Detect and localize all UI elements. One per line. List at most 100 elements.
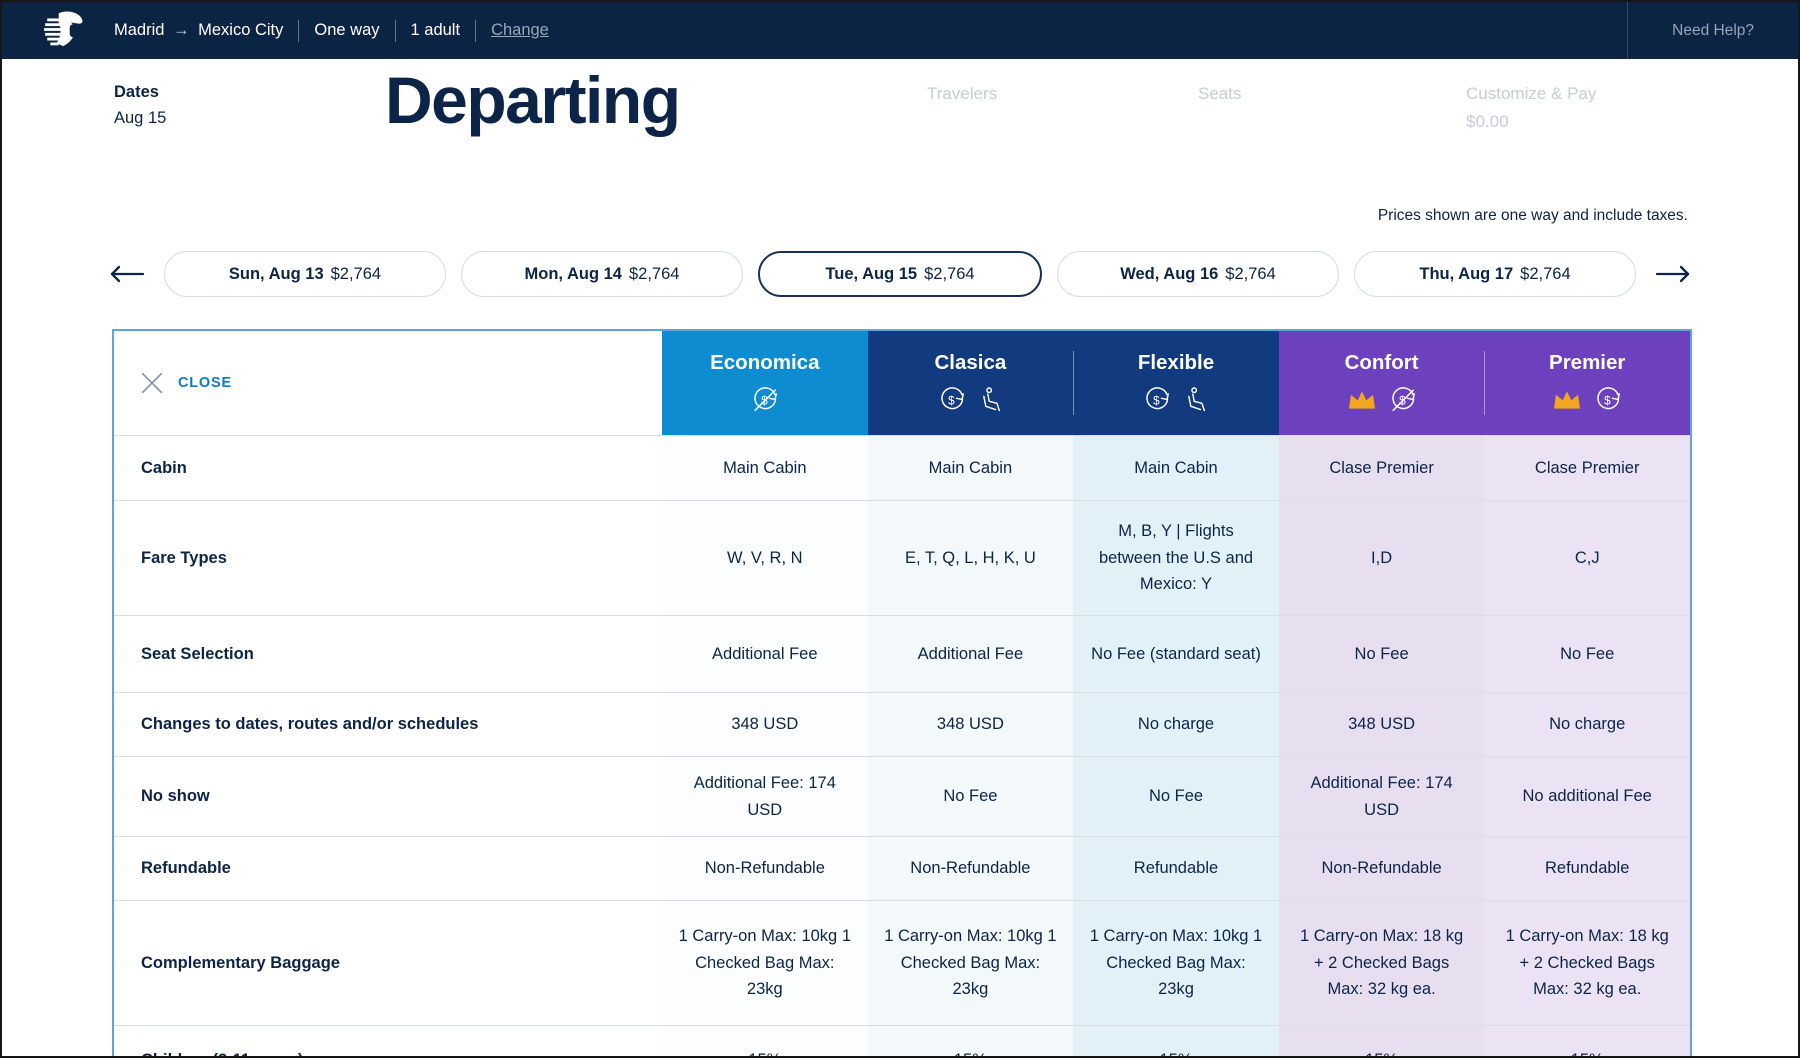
date-option-price: $2,764	[330, 264, 382, 283]
date-option-price: $2,764	[1225, 264, 1276, 283]
refund-icon: $	[1146, 386, 1170, 409]
fare-comparison-table: CLOSE Economica $ Clasica $ Flexible $ Confort…	[112, 329, 1692, 1056]
row-label: Complementary Baggage	[114, 901, 662, 1025]
fare-value-cell: 348 USD	[1278, 693, 1485, 756]
fare-value-cell: No Fee	[1484, 616, 1690, 692]
aeromexico-logo-icon	[42, 10, 88, 52]
step-customize-pay-amount: $0.00	[1466, 112, 1509, 131]
date-option-selected[interactable]: Tue, Aug 15 $2,764	[758, 251, 1042, 297]
fare-table-row: Fare Types W, V, R, N E, T, Q, L, H, K, UM…	[114, 500, 1690, 615]
date-option-price: $2,764	[924, 264, 975, 283]
close-button-label: CLOSE	[178, 375, 232, 391]
need-help-link[interactable]: Need Help?	[1627, 2, 1798, 59]
fare-value-cell: 15%	[867, 1026, 1074, 1056]
fare-value-cell: 1 Carry-on Max: 10kg 1 Checked Bag Max: …	[867, 901, 1074, 1025]
fare-value-cell: 348 USD	[662, 693, 868, 756]
passenger-count: 1 adult	[410, 21, 461, 39]
fare-table-row: Children (2-11 years)15%15%15%15%15%	[114, 1025, 1690, 1056]
row-label: Changes to dates, routes and/or schedule…	[114, 693, 662, 756]
route-from: Madrid	[114, 21, 165, 39]
close-icon	[141, 372, 163, 394]
fare-value-cell: Additional Fee	[867, 616, 1074, 692]
fare-value-cell: No Fee	[1278, 616, 1485, 692]
fare-value-cell: Refundable	[1484, 837, 1690, 900]
fare-value-cell: E, T, Q, L, H, K, U	[867, 501, 1074, 615]
row-label: Cabin	[114, 436, 662, 500]
row-label: Seat Selection	[114, 616, 662, 692]
date-option-price: $2,764	[629, 264, 680, 283]
step-dates-value: Aug 15	[114, 108, 167, 127]
fare-value-cell: 1 Carry-on Max: 18 kg + 2 Checked Bags M…	[1484, 901, 1690, 1025]
next-dates-button[interactable]	[1652, 261, 1694, 287]
fare-value-cell: 15%	[1484, 1026, 1690, 1056]
date-option[interactable]: Wed, Aug 16 $2,764	[1057, 251, 1339, 297]
fare-value-cell: 15%	[1278, 1026, 1485, 1056]
fare-table-row: Changes to dates, routes and/or schedule…	[114, 692, 1690, 756]
fare-value-cell: 348 USD	[867, 693, 1074, 756]
trip-type: One way	[314, 21, 380, 39]
date-option-day: Tue, Aug 15	[825, 264, 918, 283]
prices-disclaimer: Prices shown are one way and include tax…	[1377, 207, 1688, 224]
fare-value-cell: No charge	[1484, 693, 1690, 756]
step-dates[interactable]: Dates Aug 15	[114, 80, 166, 131]
fare-value-cell: 15%	[662, 1026, 868, 1056]
previous-dates-button[interactable]	[106, 261, 148, 287]
row-label: Children (2-11 years)	[114, 1026, 662, 1056]
fare-family-icons: $	[1551, 384, 1623, 416]
date-option[interactable]: Sun, Aug 13 $2,764	[164, 251, 446, 297]
step-seats: Seats	[1198, 84, 1242, 103]
fare-value-cell: M, B, Y | Flights between the U.S and Me…	[1073, 501, 1279, 615]
fare-table-row: No show Additional Fee: 174 USD No Fee No F…	[114, 756, 1690, 836]
crown-icon	[1554, 391, 1581, 409]
date-option-price: $2,764	[1520, 264, 1571, 283]
fare-value-cell: 1 Carry-on Max: 10kg 1 Checked Bag Max: …	[662, 901, 868, 1025]
fare-value-cell: Main Cabin	[867, 436, 1074, 500]
fare-value-cell: Main Cabin	[662, 436, 868, 500]
fare-value-cell: 1 Carry-on Max: 18 kg + 2 Checked Bags M…	[1278, 901, 1485, 1025]
fare-value-cell: C,J	[1484, 501, 1690, 615]
fare-value-cell: Non-Refundable	[1278, 837, 1485, 900]
fare-value-cell: W, V, R, N	[662, 501, 868, 615]
close-button[interactable]: CLOSE	[114, 331, 662, 435]
fare-table-row: Cabin Main Cabin Main Cabin Main Cabin Clase…	[114, 435, 1690, 500]
fare-table-header-row: CLOSE Economica $ Clasica $ Flexible $ Confort…	[114, 331, 1690, 435]
fare-value-cell: No charge	[1073, 693, 1279, 756]
svg-text:$: $	[948, 394, 955, 407]
date-carousel-days: Sun, Aug 13 $2,764 Mon, Aug 14 $2,764 Tue, A…	[164, 251, 1636, 297]
fare-value-cell: Main Cabin	[1073, 436, 1279, 500]
fare-value-cell: Non-Refundable	[867, 837, 1074, 900]
fare-family-icons: $	[1346, 384, 1418, 416]
fare-value-cell: 15%	[1073, 1026, 1279, 1056]
crown-icon	[1348, 391, 1375, 409]
date-option[interactable]: Mon, Aug 14 $2,764	[461, 251, 743, 297]
fare-column-header-flexible: Flexible $	[1073, 331, 1279, 435]
change-search-link[interactable]: Change	[476, 21, 564, 40]
row-label: Refundable	[114, 837, 662, 900]
refund-icon: $	[941, 386, 964, 409]
date-option-day: Thu, Aug 17	[1419, 264, 1514, 283]
fare-value-cell: Non-Refundable	[662, 837, 868, 900]
arrow-right-icon	[1655, 265, 1690, 283]
date-option-day: Mon, Aug 14	[524, 264, 622, 283]
fare-value-cell: No Fee	[1073, 757, 1279, 836]
fare-family-icons: $	[1142, 384, 1209, 416]
trip-summary: Madrid → Mexico City One way 1 adult Cha…	[114, 19, 564, 42]
date-option[interactable]: Thu, Aug 17 $2,764	[1354, 251, 1636, 297]
route-summary: Madrid → Mexico City	[114, 21, 298, 40]
fare-value-cell: No Fee	[867, 757, 1074, 836]
fare-column-header-confort: Confort $	[1278, 331, 1485, 435]
fare-family-name: Premier	[1549, 350, 1626, 374]
fare-family-icons: $	[937, 384, 1004, 416]
fare-column-header-premier: Premier $	[1484, 331, 1690, 435]
fare-family-name: Economica	[710, 350, 820, 374]
row-label: No show	[114, 757, 662, 836]
date-carousel: Sun, Aug 13 $2,764 Mon, Aug 14 $2,764 Tue, A…	[106, 251, 1694, 297]
fare-value-cell: Additional Fee	[662, 616, 868, 692]
fare-value-cell: I,D	[1278, 501, 1485, 615]
fare-table-row: Refundable Non-Refundable Non-Refundable Re…	[114, 836, 1690, 900]
no-refund-icon: $	[754, 386, 777, 411]
svg-text:$: $	[1604, 394, 1611, 407]
date-option-day: Wed, Aug 16	[1120, 264, 1219, 283]
step-travelers: Travelers	[927, 84, 998, 103]
fare-family-icons: $	[750, 384, 780, 416]
